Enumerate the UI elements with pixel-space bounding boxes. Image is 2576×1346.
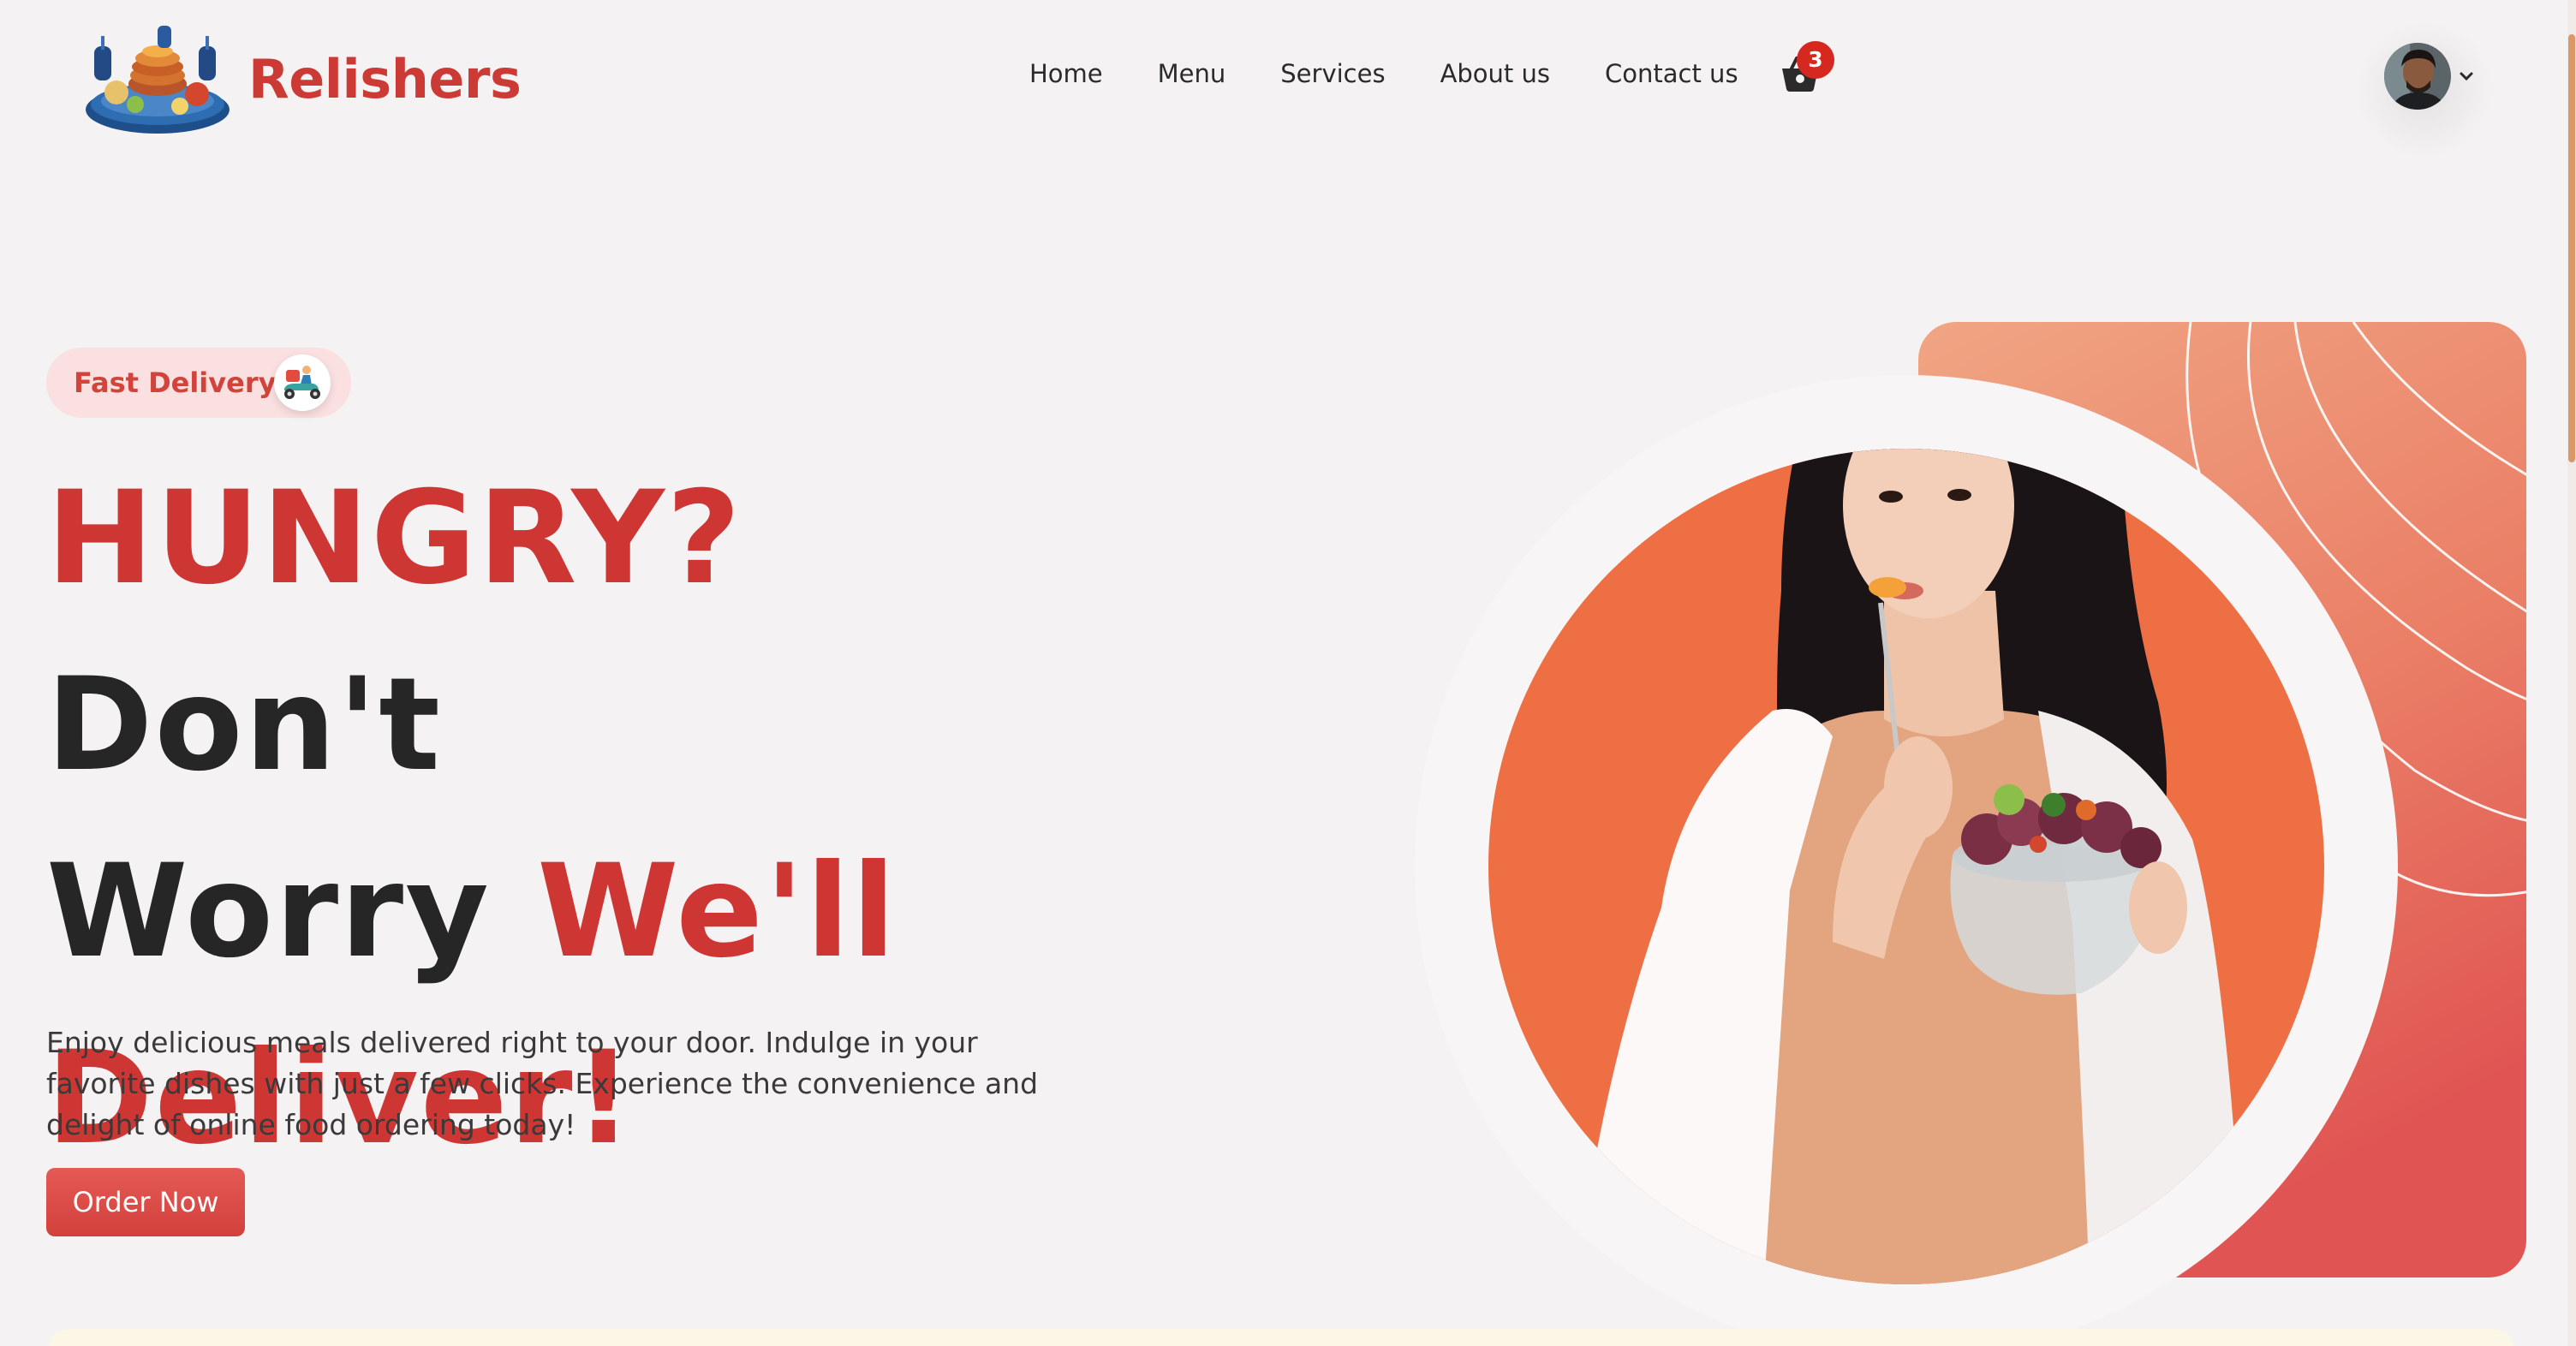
headline-worry: Worry bbox=[46, 837, 491, 986]
fast-delivery-badge: Fast Delivery bbox=[46, 348, 351, 418]
nav-item-menu[interactable]: Menu bbox=[1158, 55, 1226, 92]
chevron-down-icon[interactable] bbox=[2458, 68, 2475, 85]
brand-name: Relishers bbox=[248, 47, 522, 110]
nav-item-home[interactable]: Home bbox=[1029, 55, 1103, 92]
order-now-button[interactable]: Order Now bbox=[46, 1168, 245, 1236]
delivery-scooter-icon bbox=[274, 354, 331, 411]
scrollbar-thumb[interactable] bbox=[2568, 34, 2575, 462]
next-section-edge bbox=[48, 1329, 2514, 1346]
nav-item-services[interactable]: Services bbox=[1280, 55, 1385, 92]
hero-description: Enjoy delicious meals delivered right to… bbox=[46, 1026, 1039, 1141]
woman-eating-salad-photo bbox=[1404, 308, 2535, 1346]
headline-well: We'll bbox=[537, 837, 897, 986]
nav-item-about-us[interactable]: About us bbox=[1440, 55, 1550, 92]
food-platter-logo-icon bbox=[82, 21, 233, 137]
profile-menu[interactable] bbox=[2384, 43, 2475, 110]
main-nav: Home Menu Services About us Contact us bbox=[1029, 55, 1793, 92]
headline-hungry: HUNGRY? bbox=[46, 464, 742, 613]
headline-dont: Don't bbox=[46, 651, 442, 800]
page: Relishers Home Menu Services About us Co… bbox=[0, 0, 2576, 1346]
user-avatar[interactable] bbox=[2384, 43, 2451, 110]
cart-count-badge: 3 bbox=[1797, 41, 1834, 79]
badge-label: Fast Delivery bbox=[74, 366, 277, 399]
nav-item-contact-us[interactable]: Contact us bbox=[1605, 55, 1738, 92]
brand-logo-link[interactable]: Relishers bbox=[82, 21, 522, 137]
